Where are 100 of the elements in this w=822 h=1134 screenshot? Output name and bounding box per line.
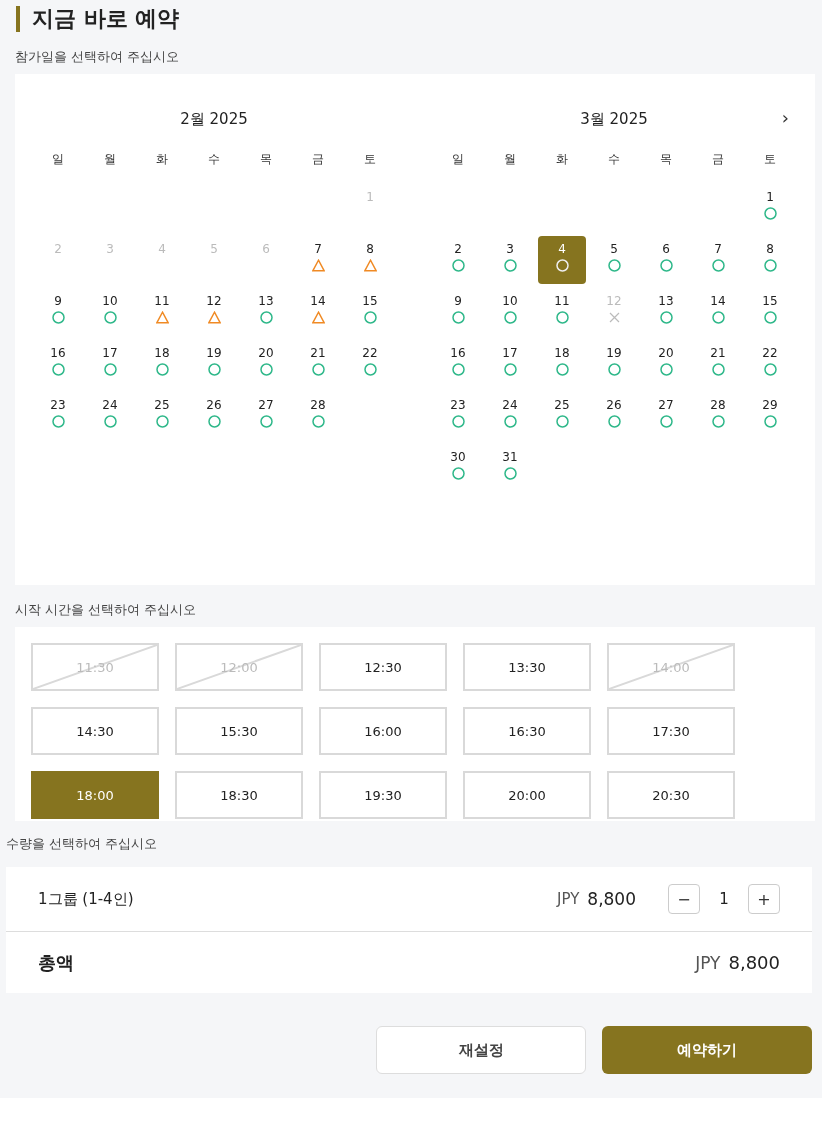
calendar-day[interactable]: 29 <box>746 392 794 440</box>
calendar-day[interactable]: 14 <box>694 288 742 336</box>
time-slot-button[interactable]: 18:30 <box>175 771 303 819</box>
calendar-day[interactable]: 20 <box>242 340 290 388</box>
calendar-day[interactable]: 10 <box>486 288 534 336</box>
calendar-day[interactable]: 26 <box>190 392 238 440</box>
circle-icon <box>51 363 65 376</box>
calendar-day[interactable]: 22 <box>746 340 794 388</box>
calendar-day[interactable]: 13 <box>242 288 290 336</box>
quantity-value: 1 <box>718 890 730 908</box>
calendar-day[interactable]: 28 <box>694 392 742 440</box>
triangle-icon <box>155 311 169 324</box>
time-slot-button[interactable]: 16:30 <box>463 707 591 755</box>
calendar-day[interactable]: 5 <box>590 236 638 284</box>
calendar-day[interactable]: 8 <box>346 236 394 284</box>
total-amount: 8,800 <box>728 952 780 973</box>
circle-icon <box>711 363 725 376</box>
calendar-day[interactable]: 8 <box>746 236 794 284</box>
calendar-day[interactable]: 7 <box>294 236 342 284</box>
section-label: 참가일을 선택하여 주십시오 <box>15 48 180 66</box>
calendar-day[interactable]: 3 <box>486 236 534 284</box>
weekday-label: 목 <box>660 151 672 168</box>
reset-button[interactable]: 재설정 <box>376 1026 586 1074</box>
calendar-day[interactable]: 11 <box>138 288 186 336</box>
calendar-day[interactable]: 9 <box>434 288 482 336</box>
weekday-label: 월 <box>504 151 516 168</box>
calendar-day[interactable]: 15 <box>746 288 794 336</box>
calendar-day[interactable]: 19 <box>190 340 238 388</box>
time-slot-button[interactable]: 17:30 <box>607 707 735 755</box>
calendar-day[interactable]: 4 <box>538 236 586 284</box>
next-month-button[interactable]: › <box>777 108 793 128</box>
circle-icon <box>659 363 673 376</box>
time-slot-button[interactable]: 16:00 <box>319 707 447 755</box>
calendar-day[interactable]: 1 <box>746 184 794 232</box>
circle-icon <box>103 415 117 428</box>
calendar-day[interactable]: 20 <box>642 340 690 388</box>
increase-button[interactable]: + <box>748 884 780 914</box>
calendar-day[interactable]: 18 <box>538 340 586 388</box>
time-slot-button[interactable]: 12:30 <box>319 643 447 691</box>
circle-icon <box>555 259 569 272</box>
calendar-day[interactable]: 27 <box>242 392 290 440</box>
circle-icon <box>311 415 325 428</box>
calendar-day[interactable]: 31 <box>486 444 534 492</box>
circle-icon <box>503 415 517 428</box>
weekday-label: 금 <box>712 151 724 168</box>
time-slot-button[interactable]: 18:00 <box>31 771 159 819</box>
calendar-day[interactable]: 17 <box>486 340 534 388</box>
weekday-label: 토 <box>364 151 376 168</box>
calendar-day[interactable]: 21 <box>294 340 342 388</box>
calendar-day[interactable]: 6 <box>642 236 690 284</box>
time-slot-button[interactable]: 15:30 <box>175 707 303 755</box>
calendar-day[interactable]: 10 <box>86 288 134 336</box>
weekday-label: 월 <box>104 151 116 168</box>
calendar-day[interactable]: 28 <box>294 392 342 440</box>
calendar-day[interactable]: 11 <box>538 288 586 336</box>
decrease-button[interactable]: − <box>668 884 700 914</box>
circle-icon <box>259 415 273 428</box>
circle-icon <box>555 311 569 324</box>
circle-icon <box>711 415 725 428</box>
time-slot-button[interactable]: 19:30 <box>319 771 447 819</box>
calendar-day[interactable]: 16 <box>34 340 82 388</box>
calendar-day[interactable]: 16 <box>434 340 482 388</box>
time-slot-button[interactable]: 20:30 <box>607 771 735 819</box>
circle-icon <box>711 259 725 272</box>
circle-icon <box>207 363 221 376</box>
calendar-day[interactable]: 22 <box>346 340 394 388</box>
circle-icon <box>207 415 221 428</box>
calendar-day[interactable]: 2 <box>434 236 482 284</box>
calendar-day[interactable]: 17 <box>86 340 134 388</box>
circle-icon <box>711 311 725 324</box>
weekday-label: 일 <box>452 151 464 168</box>
circle-icon <box>103 363 117 376</box>
triangle-icon <box>363 259 377 272</box>
total-label: 총액 <box>38 950 75 975</box>
calendar-day[interactable]: 25 <box>138 392 186 440</box>
calendar-day[interactable]: 24 <box>86 392 134 440</box>
calendar-day[interactable]: 9 <box>34 288 82 336</box>
calendar-day[interactable]: 27 <box>642 392 690 440</box>
circle-icon <box>555 363 569 376</box>
ticket-name: 1그룹 (1-4인) <box>38 889 135 909</box>
calendar-day[interactable]: 25 <box>538 392 586 440</box>
book-button[interactable]: 예약하기 <box>602 1026 812 1074</box>
calendar-day[interactable]: 26 <box>590 392 638 440</box>
calendar-day[interactable]: 7 <box>694 236 742 284</box>
circle-icon <box>155 363 169 376</box>
time-slot-button[interactable]: 14:30 <box>31 707 159 755</box>
calendar-day[interactable]: 19 <box>590 340 638 388</box>
calendar-day[interactable]: 23 <box>34 392 82 440</box>
circle-icon <box>763 259 777 272</box>
calendar-day[interactable]: 15 <box>346 288 394 336</box>
calendar-day[interactable]: 23 <box>434 392 482 440</box>
calendar-day[interactable]: 24 <box>486 392 534 440</box>
calendar-day[interactable]: 14 <box>294 288 342 336</box>
calendar-day[interactable]: 30 <box>434 444 482 492</box>
time-slot-button[interactable]: 13:30 <box>463 643 591 691</box>
calendar-day[interactable]: 21 <box>694 340 742 388</box>
time-slot-button[interactable]: 20:00 <box>463 771 591 819</box>
calendar-day[interactable]: 12 <box>190 288 238 336</box>
calendar-day[interactable]: 13 <box>642 288 690 336</box>
calendar-day[interactable]: 18 <box>138 340 186 388</box>
